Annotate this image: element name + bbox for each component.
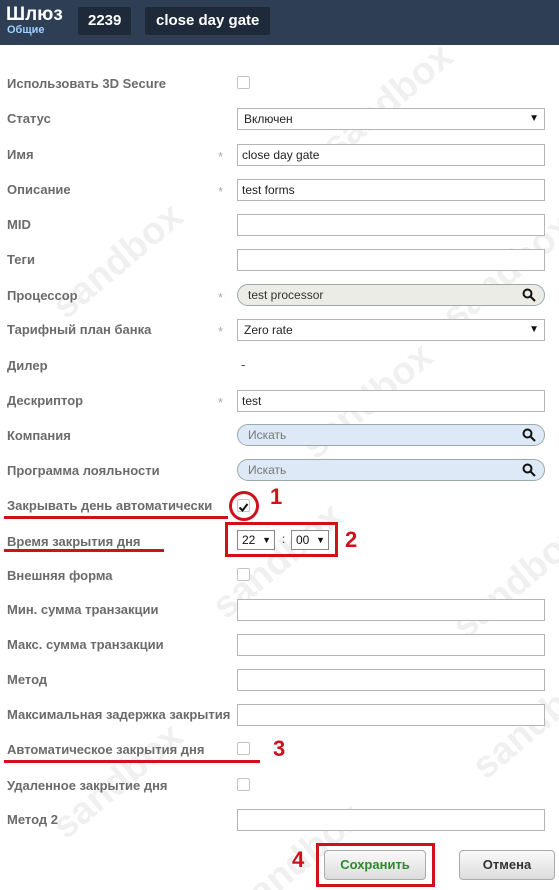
auto-close-day-2-checkbox[interactable] [237,742,250,755]
auto-close-day-label: Закрывать день автоматически [7,498,213,513]
company-label: Компания [7,428,71,443]
search-icon[interactable] [522,463,536,477]
annotation-number: 4 [292,847,305,872]
annotation-underline [4,549,164,552]
annotation-underline [4,760,260,763]
dealer-label: Дилер [7,358,48,373]
row-min-amount: Мин. сумма транзакции [0,598,559,624]
annotation-number: 3 [273,736,286,761]
gate-name-badge: close day gate [145,7,271,35]
min-amount-input[interactable] [237,599,545,621]
max-amount-label: Макс. сумма транзакции [7,637,164,652]
description-input[interactable]: test forms [237,179,545,201]
loyalty-placeholder: Искать [248,463,287,477]
row-max-amount: Макс. сумма транзакции [0,633,559,659]
row-mid: MID [0,213,559,239]
use-3ds-checkbox[interactable] [237,76,250,89]
max-amount-input[interactable] [237,634,545,656]
annotation-box [225,522,338,557]
processor-value: test processor [248,288,324,302]
auto-close-day-2-label: Автоматическое закрытия дня [7,742,205,757]
required-star-icon: * [218,149,224,164]
name-input[interactable]: close day gate [237,144,545,166]
max-close-delay-label: Максимальная задержка закрытия [7,707,231,722]
row-descriptor: Дескриптор * test [0,389,559,415]
required-star-icon: * [218,184,224,199]
external-form-label: Внешняя форма [7,568,113,583]
method-label: Метод [7,672,48,687]
status-value: Включен [244,112,293,126]
required-star-icon: * [218,324,224,339]
row-description: Описание * test forms [0,178,559,204]
dealer-value: - [241,357,246,372]
status-label: Статус [7,111,51,126]
bank-plan-label: Тарифный план банка [7,322,152,337]
remote-close-day-label: Удаленное закрытие дня [7,778,168,793]
method-2-input[interactable] [237,809,545,831]
row-company: Компания Искать [0,424,559,450]
annotation-number: 1 [270,484,283,509]
row-dealer: Дилер - [0,354,559,380]
row-external-form: Внешняя форма [0,564,559,590]
row-name: Имя * close day gate [0,143,559,169]
row-method-2: Метод 2 [0,808,559,834]
row-use-3ds: Использовать 3D Secure [0,72,559,98]
save-button[interactable]: Сохранить [324,850,426,880]
required-star-icon: * [218,290,224,305]
method-input[interactable] [237,669,545,691]
row-processor: Процессор * test processor [0,284,559,310]
mid-label: MID [7,217,31,232]
status-select[interactable]: Включен ▼ [237,108,545,130]
page-header: Шлюз Общие 2239 close day gate [0,0,559,45]
descriptor-input[interactable]: test [237,390,545,412]
min-amount-label: Мин. сумма транзакции [7,602,159,617]
loyalty-label: Программа лояльности [7,463,160,478]
tags-label: Теги [7,252,35,267]
gate-id-badge: 2239 [78,7,132,35]
row-bank-plan: Тарифный план банка * Zero rate ▼ [0,318,559,344]
page-subtitle-tab[interactable]: Общие [7,24,45,36]
loyalty-search-input[interactable]: Искать [237,459,545,481]
annotation-underline [4,516,228,519]
company-placeholder: Искать [248,428,287,442]
bank-plan-value: Zero rate [244,323,293,337]
row-status: Статус Включен ▼ [0,107,559,133]
row-loyalty: Программа лояльности Искать [0,459,559,485]
mid-input[interactable] [237,214,545,236]
required-star-icon: * [218,395,224,410]
name-label: Имя [7,147,34,162]
close-time-label: Время закрытия дня [7,534,141,549]
processor-label: Процессор [7,288,78,303]
dropdown-arrow-icon: ▼ [529,324,539,335]
bank-plan-select[interactable]: Zero rate ▼ [237,319,545,341]
row-tags: Теги [0,248,559,274]
dropdown-arrow-icon: ▼ [529,113,539,124]
company-search-input[interactable]: Искать [237,424,545,446]
max-close-delay-input[interactable] [237,704,545,726]
processor-search-input[interactable]: test processor [237,284,545,306]
cancel-button[interactable]: Отмена [459,850,555,880]
row-method: Метод [0,668,559,694]
descriptor-label: Дескриптор [7,393,84,408]
remote-close-day-checkbox[interactable] [237,778,250,791]
annotation-circle [229,491,259,521]
annotation-number: 2 [345,527,358,552]
page-title: Шлюз [6,4,63,25]
row-max-close-delay: Максимальная задержка закрытия [0,703,559,729]
search-icon[interactable] [522,428,536,442]
row-remote-close-day: Удаленное закрытие дня [0,774,559,800]
external-form-checkbox[interactable] [237,568,250,581]
method-2-label: Метод 2 [7,812,58,827]
search-icon[interactable] [522,288,536,302]
use-3ds-label: Использовать 3D Secure [7,76,166,91]
tags-input[interactable] [237,249,545,271]
description-label: Описание [7,182,71,197]
